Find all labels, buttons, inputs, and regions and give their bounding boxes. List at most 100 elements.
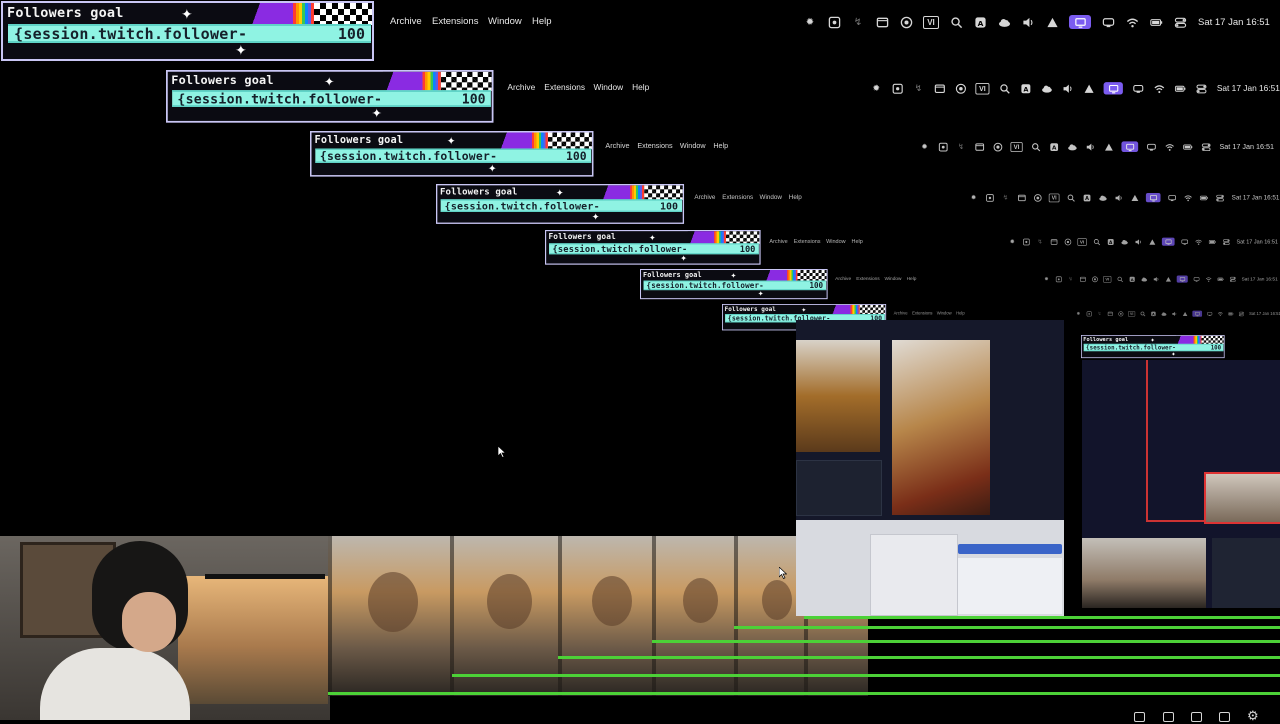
menu-archive[interactable]: Archive	[770, 239, 788, 245]
control-center-icon[interactable]	[1230, 276, 1237, 283]
menu-extensions[interactable]: Extensions	[638, 142, 673, 150]
menu-archive[interactable]: Archive	[508, 83, 536, 93]
airplay-icon[interactable]	[1165, 276, 1172, 283]
vi-icon[interactable]: VI	[1103, 276, 1112, 283]
menu-window[interactable]: Window	[936, 311, 951, 316]
menu-help[interactable]: Help	[852, 239, 863, 245]
menu-extensions[interactable]: Extensions	[857, 277, 880, 283]
sync-icon[interactable]: ↯	[851, 15, 865, 29]
menu-help[interactable]: Help	[714, 142, 729, 150]
brightness-icon[interactable]: ✹	[969, 193, 978, 202]
search-icon[interactable]	[1066, 193, 1075, 202]
screen-record-icon[interactable]	[1022, 238, 1030, 246]
gamepad-icon[interactable]	[1132, 82, 1144, 94]
menu-bar-clock[interactable]: Sat 17 Jan 16:51	[1232, 194, 1280, 201]
airplay-icon[interactable]	[1103, 142, 1114, 153]
control-center-icon[interactable]	[1222, 238, 1230, 246]
vi-icon[interactable]: VI	[975, 82, 990, 95]
search-icon[interactable]	[1030, 142, 1041, 153]
cloud-icon[interactable]	[1160, 310, 1166, 316]
volume-icon[interactable]	[1171, 310, 1177, 316]
volume-icon[interactable]	[1085, 142, 1096, 153]
volume-icon[interactable]	[1153, 276, 1160, 283]
play-circle-icon[interactable]	[954, 82, 966, 94]
app-a-icon[interactable]: A	[1129, 276, 1136, 283]
menu-help[interactable]: Help	[532, 16, 552, 27]
menu-bar-clock[interactable]: Sat 17 Jan 16:51	[1217, 84, 1280, 94]
window-icon[interactable]	[875, 15, 889, 29]
obs-start-streaming-button[interactable]	[958, 544, 1062, 554]
app-a-icon[interactable]: A	[1150, 310, 1156, 316]
sync-icon[interactable]: ↯	[912, 82, 924, 94]
settings-gear-icon[interactable]: ⚙	[1247, 708, 1259, 724]
airplay-icon[interactable]	[1181, 310, 1187, 316]
menu-window[interactable]: Window	[680, 142, 706, 150]
screen-record-icon[interactable]	[938, 142, 949, 153]
menu-archive[interactable]: Archive	[606, 142, 630, 150]
sync-icon[interactable]: ↯	[1096, 310, 1102, 316]
control-center-icon[interactable]	[1215, 193, 1224, 202]
battery-icon[interactable]	[1199, 193, 1208, 202]
volume-icon[interactable]	[1062, 82, 1074, 94]
display-icon[interactable]	[1103, 82, 1124, 95]
vi-icon[interactable]: VI	[1077, 238, 1088, 246]
control-center-icon[interactable]	[1173, 15, 1187, 29]
airplay-icon[interactable]	[1045, 15, 1059, 29]
battery-icon[interactable]	[1174, 82, 1186, 94]
studio-mode-icon[interactable]	[1191, 712, 1202, 722]
fullscreen-icon[interactable]	[1219, 712, 1230, 722]
vi-icon[interactable]: VI	[1127, 310, 1135, 317]
wifi-icon[interactable]	[1205, 276, 1212, 283]
volume-icon[interactable]	[1021, 15, 1035, 29]
cloud-icon[interactable]	[1067, 142, 1078, 153]
scene-icon[interactable]	[1163, 712, 1174, 722]
screen-record-icon[interactable]	[1055, 276, 1062, 283]
battery-icon[interactable]	[1208, 238, 1217, 246]
sync-icon[interactable]: ↯	[956, 142, 967, 153]
menu-window[interactable]: Window	[826, 239, 846, 245]
screen-record-icon[interactable]	[1085, 310, 1092, 316]
menu-archive[interactable]: Archive	[836, 277, 852, 283]
display-icon[interactable]	[1191, 310, 1202, 317]
control-center-icon[interactable]	[1195, 82, 1207, 94]
menu-window[interactable]: Window	[488, 16, 522, 27]
brightness-icon[interactable]: ✹	[1043, 276, 1050, 283]
search-icon[interactable]	[949, 15, 963, 29]
wifi-icon[interactable]	[1153, 82, 1165, 94]
cloud-icon[interactable]	[1141, 276, 1148, 283]
cloud-icon[interactable]	[1098, 193, 1107, 202]
gamepad-icon[interactable]	[1181, 238, 1189, 246]
menu-bar-clock[interactable]: Sat 17 Jan 16:51	[1198, 17, 1270, 28]
source-icon[interactable]	[1134, 712, 1145, 722]
airplay-icon[interactable]	[1130, 193, 1139, 202]
control-center-icon[interactable]	[1201, 142, 1212, 153]
volume-icon[interactable]	[1135, 238, 1143, 246]
menu-extensions[interactable]: Extensions	[544, 83, 585, 93]
wifi-icon[interactable]	[1195, 238, 1203, 246]
app-a-icon[interactable]: A	[973, 15, 987, 29]
app-a-icon[interactable]: A	[1019, 82, 1031, 94]
display-icon[interactable]	[1162, 238, 1176, 247]
window-icon[interactable]	[1080, 276, 1087, 283]
brightness-icon[interactable]: ✹	[920, 142, 931, 153]
menu-window[interactable]: Window	[594, 83, 624, 93]
menu-bar-clock[interactable]: Sat 17 Jan 16:51	[1237, 239, 1279, 245]
battery-icon[interactable]	[1149, 15, 1163, 29]
gamepad-icon[interactable]	[1101, 15, 1115, 29]
wifi-icon[interactable]	[1183, 193, 1192, 202]
window-icon[interactable]	[1017, 193, 1026, 202]
menu-bar-clock[interactable]: Sat 17 Jan 16:51	[1242, 277, 1278, 283]
menu-archive[interactable]: Archive	[893, 311, 907, 316]
screen-record-icon[interactable]	[985, 193, 994, 202]
window-icon[interactable]	[1107, 310, 1113, 316]
airplay-icon[interactable]	[1148, 238, 1156, 246]
menu-extensions[interactable]: Extensions	[794, 239, 821, 245]
vi-icon[interactable]: VI	[1010, 142, 1023, 152]
display-icon[interactable]	[1121, 141, 1139, 153]
airplay-icon[interactable]	[1083, 82, 1095, 94]
play-circle-icon[interactable]	[899, 15, 913, 29]
battery-icon[interactable]	[1227, 310, 1233, 316]
brightness-icon[interactable]: ✹	[1075, 310, 1081, 316]
screen-record-icon[interactable]	[827, 15, 841, 29]
menu-archive[interactable]: Archive	[390, 16, 422, 27]
